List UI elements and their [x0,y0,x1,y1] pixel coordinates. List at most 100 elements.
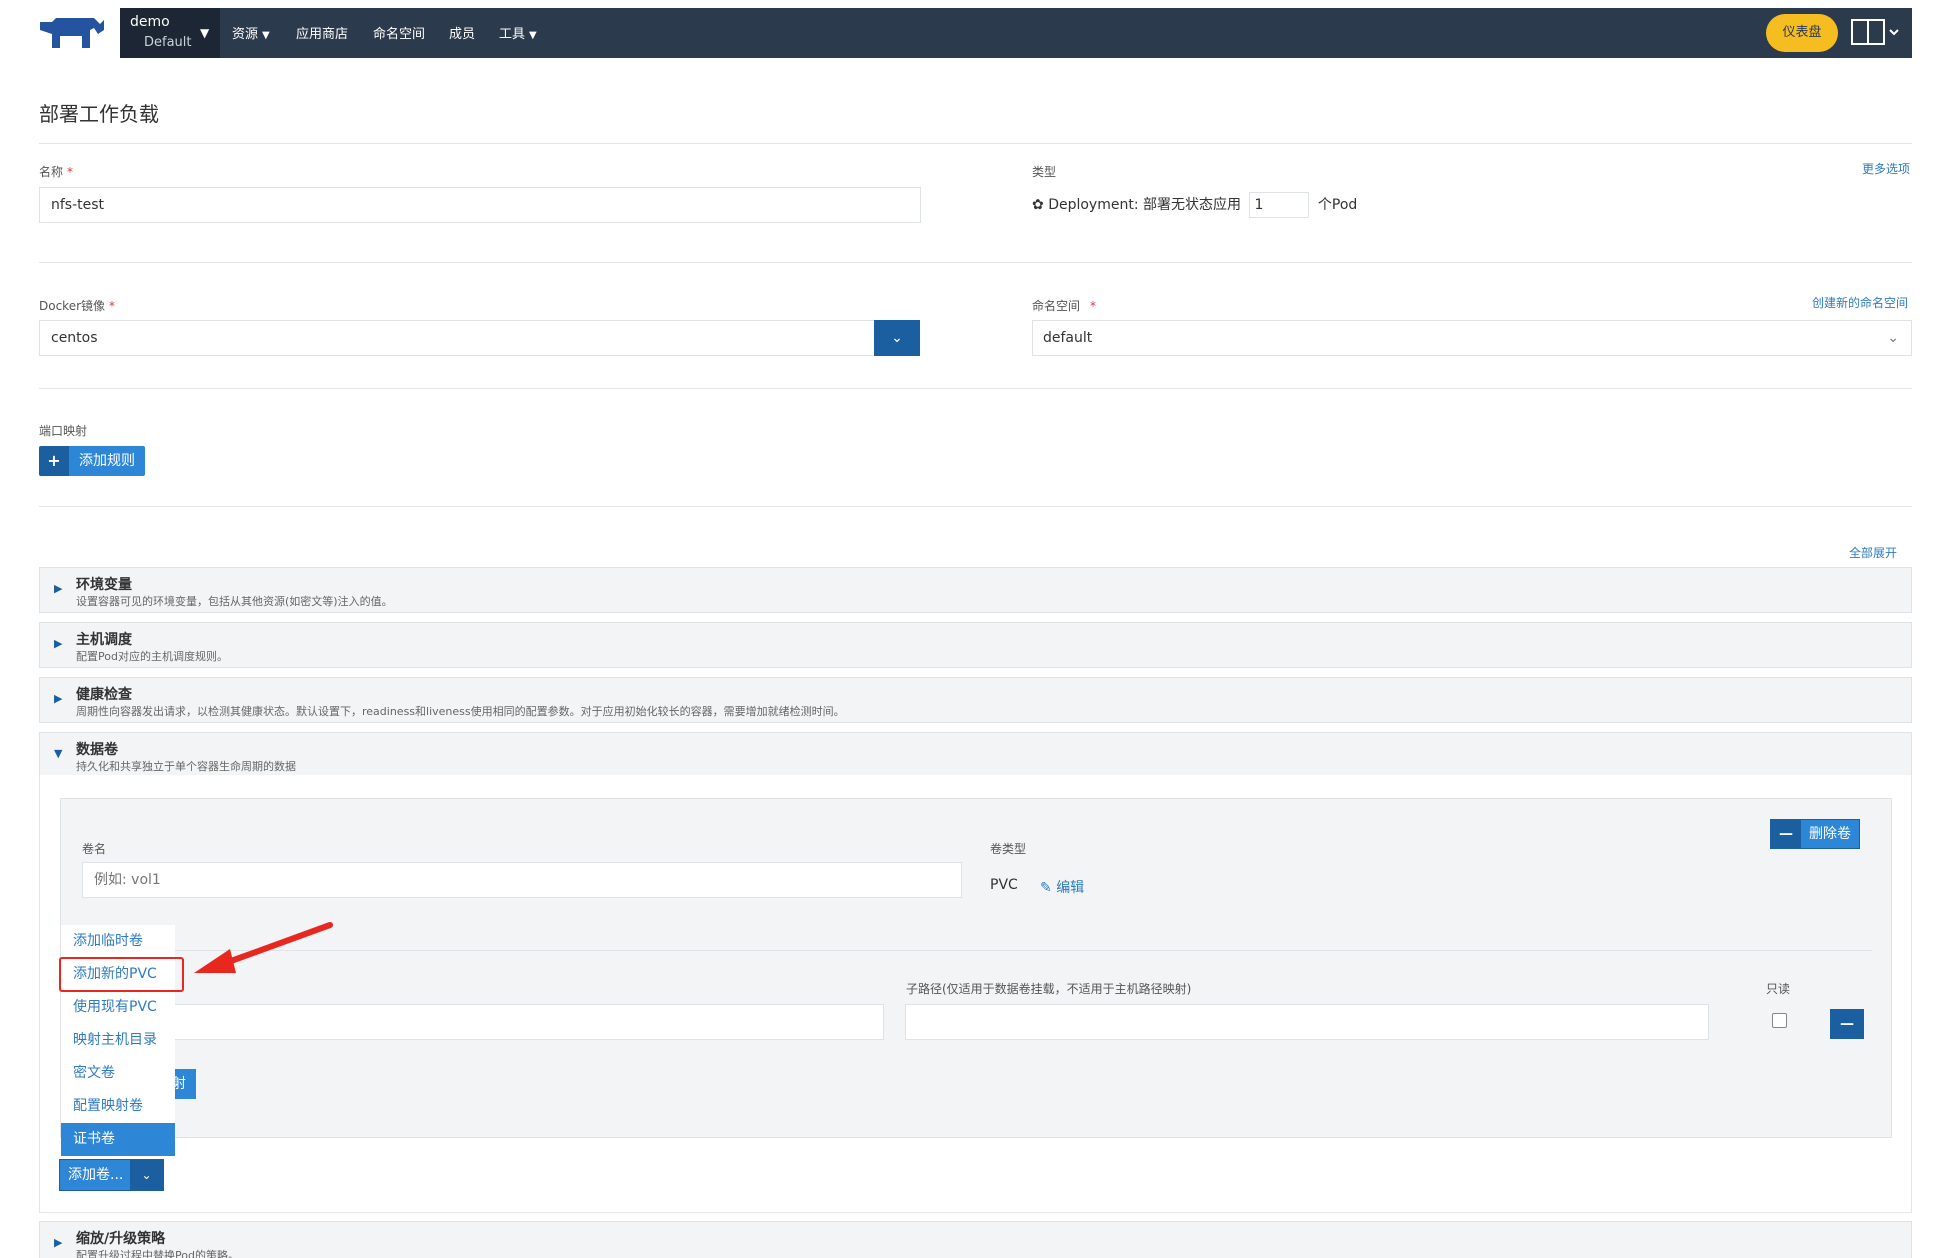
section-title: 健康检查 [76,687,132,703]
required-mark: * [109,299,116,313]
add-rule-label: 添加规则 [69,446,145,476]
pod-unit: 个Pod [1317,197,1358,213]
minus-icon: — [1840,1016,1854,1032]
add-rule-button[interactable]: + 添加规则 [39,446,145,476]
section-title: 数据卷 [76,742,118,758]
nav-namespaces[interactable]: 命名空间 [373,23,425,42]
section-desc: 配置升级过程中替换Pod的策略。 [76,1249,239,1258]
chevron-down-icon: ▼ [262,30,270,41]
nav-app-store-label: 应用商店 [296,27,349,42]
type-text: Deployment: 部署无状态应用 [1048,197,1241,213]
section-desc: 配置Pod对应的主机调度规则。 [76,650,228,663]
required-mark: * [1090,299,1097,313]
chevron-down-icon: ▼ [529,30,537,41]
subpath-input[interactable] [905,1004,1709,1040]
deployment-icon: ✿ [1032,197,1044,213]
expand-arrow-icon: ▶ [54,637,63,650]
divider [39,506,1912,507]
remove-mount-button[interactable]: — [1830,1009,1864,1039]
section-health-check[interactable]: ▶ 健康检查 周期性向容器发出请求，以检测其健康状态。默认设置下，readine… [39,677,1912,723]
section-scaling[interactable]: ▶ 缩放/升级策略 配置升级过程中替换Pod的策略。 [39,1221,1912,1258]
plus-icon: + [39,446,69,476]
dashboard-button[interactable]: 仪表盘 [1766,14,1838,52]
readonly-checkbox[interactable] [1772,1013,1787,1028]
subpath-label: 子路径(仅适用于数据卷挂载，不适用于主机路径映射) [906,982,1192,996]
project-name: demo [130,14,170,30]
section-desc: 周期性向容器发出请求，以检测其健康状态。默认设置下，readiness和live… [76,705,845,718]
more-options-link[interactable]: 更多选项 [1862,160,1910,177]
volume-type-value: PVC [990,877,1018,893]
minus-icon: — [1771,820,1801,848]
expand-arrow-icon: ▶ [54,1236,63,1249]
type-label: 类型 [1032,165,1057,179]
section-env-vars[interactable]: ▶ 环境变量 设置容器可见的环境变量，包括从其他资源(如密文等)注入的值。 [39,567,1912,613]
menu-item-configmap-volume[interactable]: 配置映射卷 [61,1090,175,1123]
section-volumes[interactable]: ▼ 数据卷 持久化和共享独立于单个容器生命周期的数据 [39,732,1912,776]
divider [39,143,1912,144]
delete-volume-button[interactable]: — 删除卷 [1770,819,1860,849]
nav-members[interactable]: 成员 [449,23,475,42]
delete-volume-label: 删除卷 [1801,820,1859,848]
docs-book-icon[interactable] [1850,18,1900,48]
workload-name-input[interactable] [39,187,921,223]
section-title: 主机调度 [76,632,132,648]
menu-item-certificate-volume[interactable]: 证书卷 [61,1123,175,1156]
section-title: 环境变量 [76,577,132,593]
chevron-down-icon: ⌄ [891,330,903,346]
nav-members-label: 成员 [449,27,476,42]
rancher-logo-icon[interactable] [38,14,106,50]
namespace-label-text: 命名空间 [1032,299,1081,313]
chevron-down-icon: ⌄ [130,1160,163,1190]
project-switcher[interactable]: demo Default ▼ [120,8,220,58]
top-bar: demo Default ▼ 资源 ▼ 应用商店 命名空间 成员 工具 ▼ 仪表盘 [0,0,1956,64]
docker-label-text: Docker镜像 [39,299,106,313]
section-scheduling[interactable]: ▶ 主机调度 配置Pod对应的主机调度规则。 [39,622,1912,668]
menu-item-use-existing-pvc[interactable]: 使用现有PVC [61,991,175,1024]
section-desc: 持久化和共享独立于单个容器生命周期的数据 [76,760,296,773]
chevron-down-icon: ⌄ [1887,330,1899,346]
readonly-label: 只读 [1766,982,1791,996]
section-title: 缩放/升级策略 [76,1231,166,1247]
port-mapping-label: 端口映射 [39,424,88,438]
mount-point-input[interactable] [82,1004,884,1040]
expand-arrow-icon: ▶ [54,692,63,705]
pod-count-input[interactable]: 1 [1249,192,1310,218]
expand-all-link[interactable]: 全部展开 [1849,544,1897,561]
namespace-label: 命名空间 * [1032,297,1096,314]
pencil-icon: ✎ [1040,880,1052,896]
nav-tools[interactable]: 工具 ▼ [499,23,537,42]
nav-app-store[interactable]: 应用商店 [296,23,348,42]
create-namespace-link[interactable]: 创建新的命名空间 [1812,294,1908,311]
name-label: 名称 * [39,163,73,180]
edit-volume-link[interactable]: ✎ 编辑 [1040,877,1084,897]
menu-item-host-path[interactable]: 映射主机目录 [61,1024,175,1057]
annotation-highlight-box [59,957,184,992]
edit-label: 编辑 [1056,880,1085,896]
annotation-arrow-icon [194,922,333,973]
namespace-select[interactable]: default ⌄ [1032,320,1912,356]
expand-arrow-icon: ▶ [54,582,63,595]
docker-label: Docker镜像 * [39,297,115,314]
volume-name-label: 卷名 [82,842,107,856]
nav-tools-label: 工具 [499,27,526,42]
nav-resources[interactable]: 资源 ▼ [232,23,270,42]
volume-type-label: 卷类型 [990,842,1027,856]
nav-namespaces-label: 命名空间 [373,27,426,42]
namespace-value: default [1043,330,1093,346]
add-volume-button[interactable]: 添加卷... ⌄ [59,1159,164,1191]
divider [39,262,1912,263]
nav-resources-label: 资源 [232,27,259,42]
divider [82,950,1872,951]
menu-item-secret-volume[interactable]: 密文卷 [61,1057,175,1090]
menu-item-add-temp-volume[interactable]: 添加临时卷 [61,925,175,958]
chevron-down-icon: ▼ [200,26,210,40]
collapse-arrow-icon: ▼ [54,747,63,760]
project-cluster: Default [144,35,192,50]
docker-dropdown-button[interactable]: ⌄ [874,320,920,356]
page-title: 部署工作负载 [39,102,159,126]
add-volume-label: 添加卷... [60,1160,130,1190]
volume-name-input[interactable] [82,862,962,898]
docker-image-input[interactable] [39,320,875,356]
workload-type: ✿ Deployment: 部署无状态应用 1 个Pod [1032,192,1357,218]
section-desc: 设置容器可见的环境变量，包括从其他资源(如密文等)注入的值。 [76,595,393,608]
